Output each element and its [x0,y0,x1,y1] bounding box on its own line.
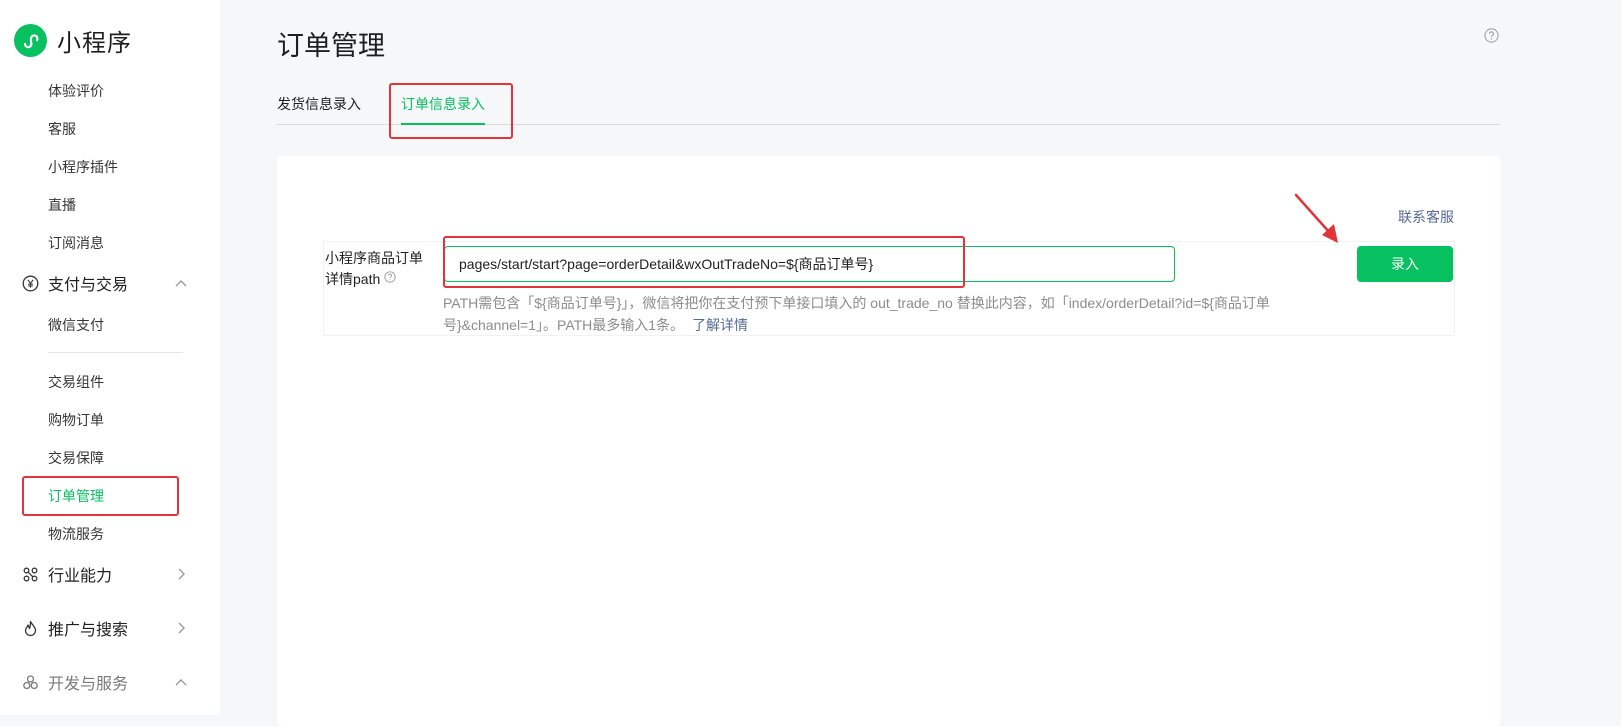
tab-shipping-info[interactable]: 发货信息录入 [277,94,361,114]
sidebar-group-industry[interactable]: 行业能力 [21,562,189,586]
tab-active-indicator [401,123,485,125]
sidebar-item-live[interactable]: 直播 [48,195,76,215]
sidebar-group-dev-services[interactable]: 开发与服务 [21,670,189,694]
sidebar-item-wechat-pay[interactable]: 微信支付 [48,315,104,335]
chevron-right-icon [178,568,185,580]
brand[interactable]: 小程序 [14,23,132,58]
nodes-icon [21,565,39,583]
annotation-arrow [1294,193,1338,243]
sidebar: 小程序 体验评价 客服 小程序插件 直播 订阅消息 支付与交易 微信支付 交易组… [0,0,220,715]
sidebar-group-label: 行业能力 [48,568,113,585]
sidebar-group-payment[interactable]: 支付与交易 [21,271,189,295]
sidebar-item-experience-rating[interactable]: 体验评价 [48,81,104,101]
path-hint: PATH需包含「${商品订单号}」，微信将把你在支付预下单接口填入的 out_t… [443,292,1323,336]
sidebar-divider [48,352,183,353]
contact-support-link[interactable]: 联系客服 [1398,207,1454,227]
path-input[interactable] [444,246,1175,282]
path-field-label: 小程序商品订单 详情path [325,248,435,290]
sidebar-group-label: 推广与搜索 [48,622,129,639]
tab-order-info[interactable]: 订单信息录入 [401,94,485,114]
sidebar-item-trade-guarantee[interactable]: 交易保障 [48,448,104,468]
chevron-up-icon [175,280,187,287]
chevron-up-icon [175,679,187,686]
path-label-line2: 详情path [325,271,381,287]
circles-icon [21,673,39,691]
sidebar-item-plugins[interactable]: 小程序插件 [48,157,118,177]
question-circle-icon[interactable] [1484,28,1499,43]
sidebar-item-order-management[interactable]: 订单管理 [48,486,104,506]
chevron-right-icon [178,622,185,634]
path-label-line1: 小程序商品订单 [325,250,423,266]
brand-name: 小程序 [57,30,132,57]
tab-bar: 发货信息录入 订单信息录入 [277,80,1501,125]
sidebar-item-trade-component[interactable]: 交易组件 [48,372,104,392]
sidebar-group-promotion[interactable]: 推广与搜索 [21,616,189,640]
sidebar-item-shopping-orders[interactable]: 购物订单 [48,410,104,430]
question-circle-icon[interactable] [384,271,396,283]
sidebar-item-logistics[interactable]: 物流服务 [48,524,104,544]
yuan-icon [21,274,39,292]
mini-program-logo-icon [14,24,47,57]
flame-icon [21,619,39,637]
sidebar-group-label: 支付与交易 [48,277,129,294]
sidebar-item-customer-service[interactable]: 客服 [48,119,76,139]
sidebar-group-label: 开发与服务 [48,676,129,693]
path-hint-text: PATH需包含「${商品订单号}」，微信将把你在支付预下单接口填入的 out_t… [443,295,1270,333]
page-title: 订单管理 [277,31,385,61]
sidebar-item-subscription[interactable]: 订阅消息 [48,233,104,253]
learn-more-link[interactable]: 了解详情 [692,317,748,333]
submit-button[interactable]: 录入 [1357,246,1453,282]
